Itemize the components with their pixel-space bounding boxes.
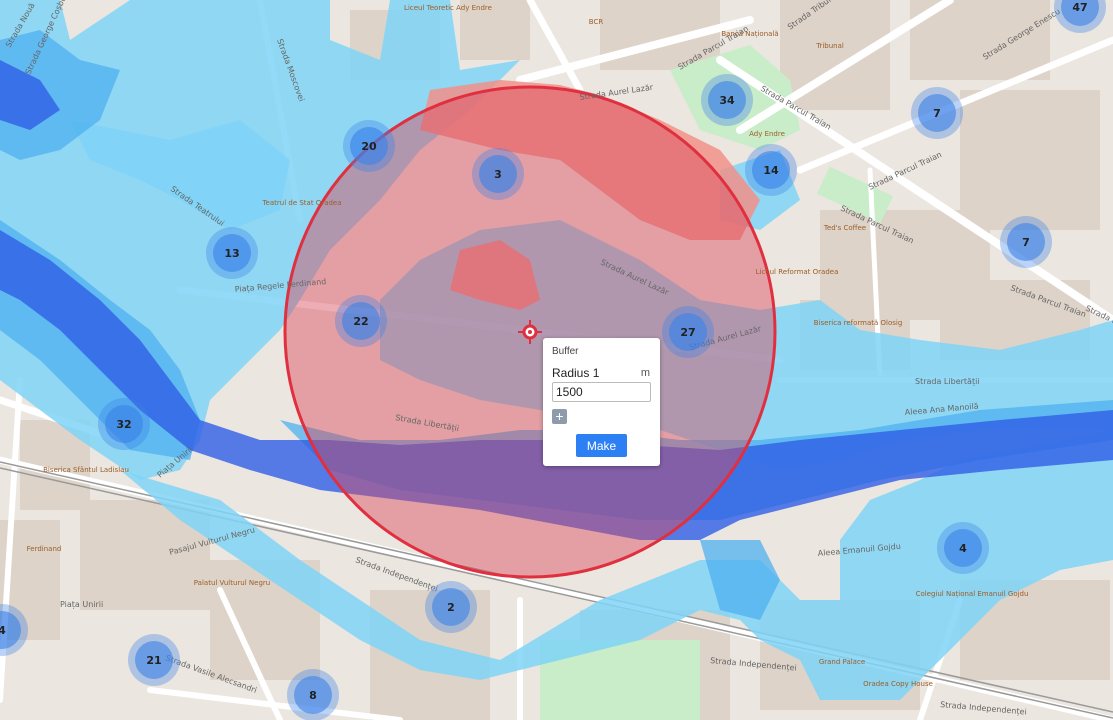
cluster-count: 47 [1072,1,1087,14]
cluster-marker[interactable]: 22 [335,295,387,347]
poi-label: Oradea Copy House [863,680,933,688]
add-radius-button[interactable]: + [552,409,567,424]
buffer-panel-title: Buffer [552,346,579,357]
street-label: Strada Libertății [915,377,980,387]
poi-label: Biserica Sfântul Ladislau [43,466,129,474]
cluster-marker[interactable]: 27 [662,306,714,358]
cluster-marker[interactable]: 21 [128,634,180,686]
poi-label: BCR [589,18,604,26]
buffer-panel: Buffer Radius 1 m + Make [543,338,660,466]
poi-label: Ted's Coffee [823,224,866,232]
plus-icon: + [555,408,564,424]
cluster-marker[interactable]: 32 [98,398,150,450]
poi-label: Liceul Teoretic Ady Endre [404,4,492,12]
cluster-marker[interactable]: 2 [425,581,477,633]
poi-label: Colegiul Național Emanuil Gojdu [916,590,1029,599]
cluster-count: 20 [361,140,377,153]
poi-label: Liceul Reformat Oradea [756,268,839,276]
cluster-marker[interactable]: 3 [472,148,524,200]
cluster-marker[interactable]: 14 [745,144,797,196]
cluster-marker[interactable]: 7 [911,87,963,139]
cluster-count: 13 [224,247,239,260]
cluster-count: 7 [933,107,941,120]
cluster-count: 8 [309,689,317,702]
cluster-marker[interactable]: 8 [287,669,339,720]
cluster-count: 32 [116,418,131,431]
cluster-count: 14 [763,164,779,177]
radius-unit: m [640,367,650,379]
poi-label: Ady Endre [749,130,785,138]
cluster-marker[interactable]: 13 [206,227,258,279]
poi-label: Grand Palace [819,658,865,666]
cluster-count: 21 [146,654,161,667]
cluster-marker[interactable]: 34 [701,74,753,126]
cluster-marker[interactable]: 4 [937,522,989,574]
cluster-count: 22 [353,315,368,328]
cluster-marker[interactable]: 7 [1000,216,1052,268]
cluster-count: 34 [719,94,735,107]
cluster-count: 3 [494,168,502,181]
radius-label: Radius 1 [552,366,600,380]
make-button[interactable]: Make [576,434,627,457]
cluster-count: 4 [959,542,967,555]
cluster-count: 4 [0,624,6,637]
poi-label: Ferdinand [27,545,62,553]
street-label: Piața Unirii [60,600,103,610]
cluster-count: 27 [680,326,695,339]
poi-label: Palatul Vulturul Negru [194,579,270,587]
poi-label: Teatrul de Stat Oradea [261,199,341,207]
cluster-marker[interactable]: 20 [343,120,395,172]
poi-label: Tribunal [815,42,844,50]
poi-label: Biserica reformată Olosig [814,319,903,327]
cluster-count: 7 [1022,236,1030,249]
radius-input[interactable] [552,382,651,402]
cluster-count: 2 [447,601,455,614]
poi-label: Banca Națională [721,30,778,39]
